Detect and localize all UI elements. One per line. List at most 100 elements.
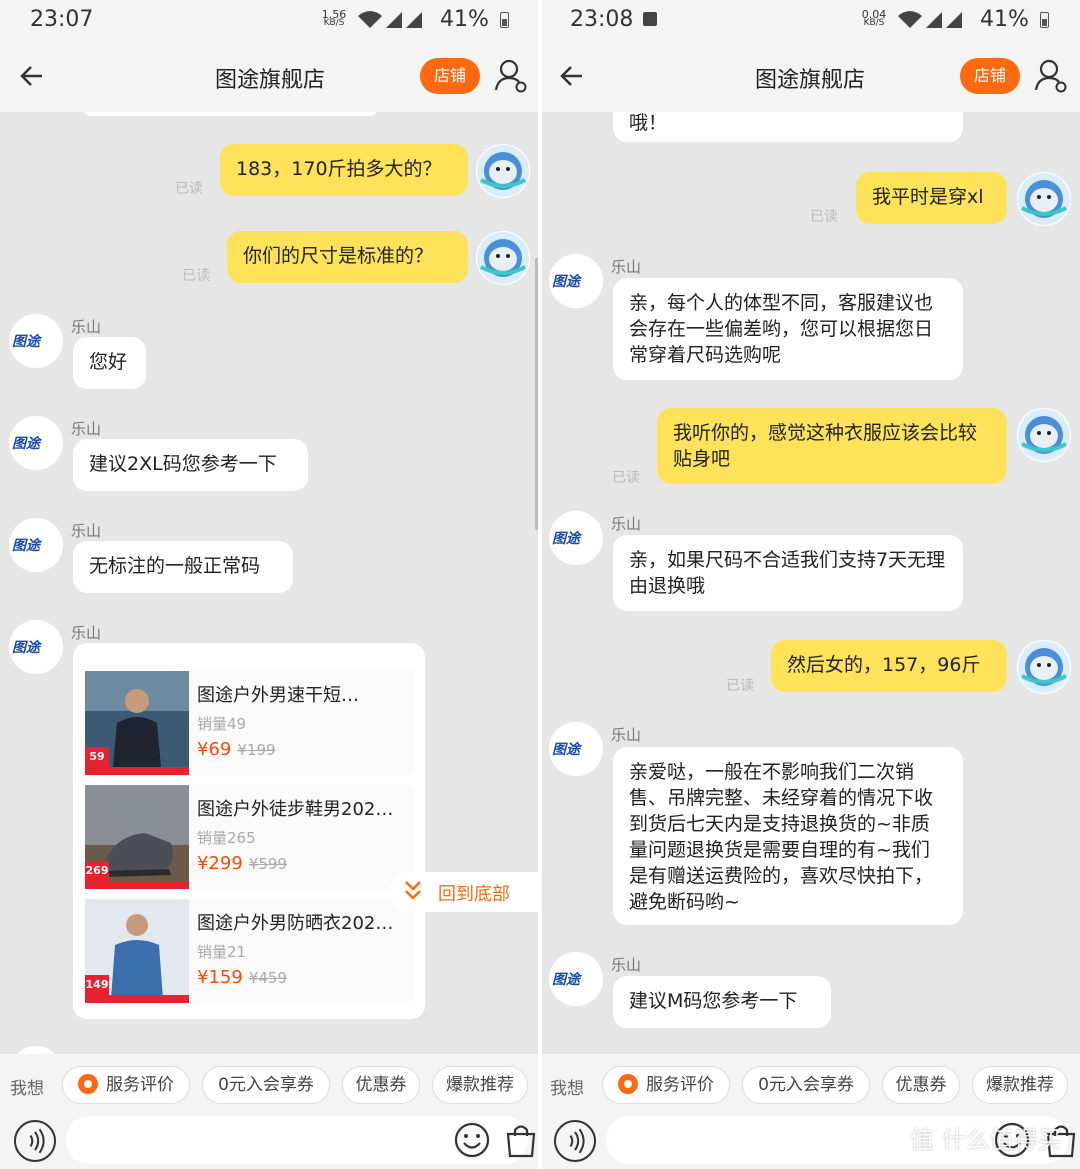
chip-membership-coupon[interactable]: 0元入会享券 (202, 1066, 330, 1104)
voice-input-icon[interactable] (14, 1120, 56, 1162)
chip-coupon[interactable]: 优惠券 (882, 1066, 960, 1104)
message-list[interactable]: 已读 183，170斤拍多大的？ 已读 你们的尺寸是标准的？ 图途 乐山 您好 … (0, 112, 540, 1054)
shop-avatar[interactable]: 图途 (549, 722, 603, 776)
sender-name: 乐山 (611, 956, 642, 974)
shop-logo: 图途 (552, 274, 580, 290)
store-button[interactable]: 店铺 (420, 58, 480, 94)
product-thumbnail: 269 (85, 785, 189, 889)
original-price: ¥599 (248, 855, 287, 873)
battery-percent: 41% (980, 7, 1029, 32)
network-speed: 1.56 KB/S (321, 8, 347, 28)
message-bubble-received: 哦！ (613, 112, 963, 142)
shopping-bag-icon[interactable] (504, 1122, 538, 1158)
chip-service-review[interactable]: 服务评价 (62, 1066, 190, 1104)
price-tag: 59 (85, 747, 109, 767)
shop-avatar[interactable]: 图途 (549, 511, 603, 565)
sender-name: 乐山 (71, 624, 102, 642)
read-receipt: 已读 (612, 470, 640, 486)
shop-avatar[interactable]: 图途 (9, 518, 63, 572)
product-thumbnail: 149 (85, 899, 189, 1003)
message-bubble-sent: 你们的尺寸是标准的？ (227, 231, 468, 283)
chip-membership-coupon[interactable]: 0元入会享券 (742, 1066, 870, 1104)
scroll-to-bottom-button[interactable]: 回到底部 (390, 872, 540, 912)
chat-header: 图途旗舰店 店铺 (0, 40, 540, 112)
message-input[interactable] (66, 1116, 536, 1164)
quick-bar-label: 我想 (10, 1079, 44, 1099)
shop-avatar[interactable]: 图途 (9, 620, 63, 674)
site-watermark: 值 什么值得买 (910, 1126, 1062, 1154)
user-avatar (1017, 172, 1071, 226)
message-bubble-sent: 183，170斤拍多大的？ (220, 144, 468, 196)
user-settings-icon[interactable] (1034, 58, 1068, 94)
review-icon (78, 1074, 98, 1094)
status-time: 23:08 (570, 7, 634, 32)
shop-avatar[interactable] (9, 1046, 63, 1054)
product-item[interactable]: 149 图途户外男防晒衣202… 销量21 ¥159 ¥459 (85, 899, 413, 1003)
seal-avatar-icon (1018, 173, 1070, 225)
read-receipt: 已读 (726, 678, 754, 694)
product-price: ¥299 ¥599 (197, 853, 287, 874)
status-time: 23:07 (30, 7, 94, 32)
shop-logo: 图途 (552, 972, 580, 988)
image-notification-icon (643, 12, 657, 26)
chip-service-review[interactable]: 服务评价 (602, 1066, 730, 1104)
sender-name: 乐山 (611, 726, 642, 744)
sender-name: 乐山 (71, 318, 102, 336)
shop-logo: 图途 (552, 742, 580, 758)
user-avatar (1017, 408, 1071, 462)
shop-logo: 图途 (12, 334, 40, 350)
message-bubble-received: 无标注的一般正常码 (73, 541, 293, 593)
emoji-icon[interactable] (454, 1122, 490, 1158)
seal-avatar-icon (1018, 641, 1070, 693)
scroll-to-bottom-label: 回到底部 (438, 884, 510, 905)
message-list[interactable]: 哦！ 已读 我平时是穿xl 图途 乐山 亲，每个人的体型不同，客服建议也会存在一… (540, 112, 1080, 1054)
product-recommend-card: 59 图途户外男速干短… 销量49 ¥69 ¥199 269 图途户外徒步鞋男2… (73, 643, 425, 1019)
message-bubble-received: 亲，每个人的体型不同，客服建议也会存在一些偏差哟，您可以根据您日常穿着尺码选购呢 (613, 278, 963, 380)
signal-icons (898, 11, 962, 28)
shop-logo: 图途 (12, 436, 40, 452)
product-item[interactable]: 269 图途户外徒步鞋男202… 销量265 ¥299 ¥599 (85, 785, 413, 889)
original-price: ¥199 (237, 741, 276, 759)
message-bubble-received: 亲爱哒，一般在不影响我们二次销售、吊牌完整、未经穿着的情况下收到货后七天内是支持… (613, 747, 963, 925)
user-avatar (1017, 640, 1071, 694)
message-bubble-sent: 然后女的，157，96斤 (771, 640, 1007, 692)
status-bar: 23:08 0.04 KB/S 41% (540, 0, 1080, 40)
read-receipt: 已读 (175, 181, 203, 197)
user-avatar (476, 144, 530, 198)
network-speed: 0.04 KB/S (861, 8, 887, 28)
product-item[interactable]: 59 图途户外男速干短… 销量49 ¥69 ¥199 (85, 671, 413, 775)
battery-percent: 41% (440, 7, 489, 32)
seal-avatar-icon (477, 145, 529, 197)
product-sales: 销量49 (197, 715, 247, 733)
battery-icon (1040, 12, 1049, 28)
product-thumbnail: 59 (85, 671, 189, 775)
sender-name: 乐山 (71, 522, 102, 540)
voice-input-icon[interactable] (554, 1120, 596, 1162)
shop-avatar[interactable]: 图途 (549, 254, 603, 308)
shop-logo: 图途 (12, 538, 40, 554)
shop-avatar[interactable]: 图途 (549, 952, 603, 1006)
double-chevron-down-icon (405, 881, 421, 900)
product-name: 图途户外徒步鞋男202… (197, 799, 394, 820)
chip-hot-items[interactable]: 爆款推荐 (432, 1066, 528, 1104)
signal-icons (358, 11, 422, 28)
seal-avatar-icon (1018, 409, 1070, 461)
store-button[interactable]: 店铺 (960, 58, 1020, 94)
seal-avatar-icon (477, 232, 529, 284)
shop-avatar[interactable]: 图途 (9, 416, 63, 470)
user-settings-icon[interactable] (494, 58, 528, 94)
shop-avatar[interactable]: 图途 (9, 314, 63, 368)
read-receipt: 已读 (182, 268, 210, 284)
read-receipt: 已读 (810, 209, 838, 225)
quick-reply-bar: 我想 服务评价 0元入会享券 优惠券 爆款推荐 (540, 1054, 1080, 1114)
product-price: ¥69 ¥199 (197, 739, 276, 760)
message-bubble-sent: 我平时是穿xl (856, 172, 1007, 224)
chip-coupon[interactable]: 优惠券 (342, 1066, 420, 1104)
sender-name: 乐山 (611, 515, 642, 533)
review-icon (618, 1074, 638, 1094)
status-bar: 23:07 1.56 KB/S 41% (0, 0, 540, 40)
message-bubble-received: 建议M码您参考一下 (613, 976, 831, 1028)
message-bubble-received: 您好 (73, 337, 146, 389)
price-tag: 149 (85, 975, 109, 995)
chip-hot-items[interactable]: 爆款推荐 (972, 1066, 1068, 1104)
